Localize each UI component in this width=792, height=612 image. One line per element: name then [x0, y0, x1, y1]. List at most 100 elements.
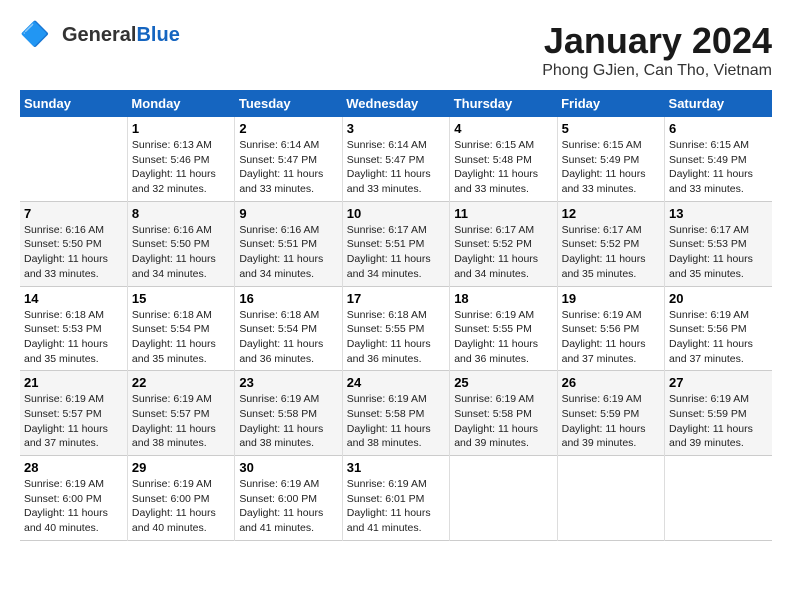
calendar-cell: 27 Sunrise: 6:19 AMSunset: 5:59 PMDayligh…: [665, 371, 772, 456]
day-number: 2: [239, 121, 337, 136]
day-number: 7: [24, 206, 123, 221]
calendar-cell: 22Sunrise: 6:19 AMSunset: 5:57 PMDayligh…: [127, 371, 234, 456]
calendar-cell: [450, 456, 557, 541]
calendar-cell: 14Sunrise: 6:18 AMSunset: 5:53 PMDayligh…: [20, 286, 127, 371]
day-info: Sunrise: 6:16 AMSunset: 5:51 PMDaylight:…: [239, 223, 337, 282]
calendar-cell: 26 Sunrise: 6:19 AMSunset: 5:59 PMDayligh…: [557, 371, 664, 456]
month-title: January 2024: [542, 20, 772, 62]
calendar-table: SundayMondayTuesdayWednesdayThursdayFrid…: [20, 90, 772, 541]
header-day-monday: Monday: [127, 90, 234, 117]
day-info: Sunrise: 6:15 AMSunset: 5:49 PMDaylight:…: [669, 138, 768, 197]
day-number: 24: [347, 375, 445, 390]
day-number: 10: [347, 206, 445, 221]
calendar-cell: [20, 117, 127, 201]
calendar-cell: 20 Sunrise: 6:19 AMSunset: 5:56 PMDayligh…: [665, 286, 772, 371]
day-info: Sunrise: 6:18 AMSunset: 5:54 PMDaylight:…: [239, 308, 337, 367]
header-day-sunday: Sunday: [20, 90, 127, 117]
calendar-cell: 8Sunrise: 6:16 AMSunset: 5:50 PMDaylight…: [127, 201, 234, 286]
calendar-cell: 28 Sunrise: 6:19 AMSunset: 6:00 PMDayligh…: [20, 456, 127, 541]
day-info: Sunrise: 6:19 AMSunset: 5:55 PMDaylight:…: [454, 308, 552, 367]
day-number: 25: [454, 375, 552, 390]
day-info: Sunrise: 6:17 AMSunset: 5:51 PMDaylight:…: [347, 223, 445, 282]
day-info: Sunrise: 6:18 AMSunset: 5:54 PMDaylight:…: [132, 308, 230, 367]
day-number: 18: [454, 291, 552, 306]
day-number: 17: [347, 291, 445, 306]
day-info: Sunrise: 6:19 AMSunset: 5:56 PMDaylight:…: [562, 308, 660, 367]
calendar-cell: [665, 456, 772, 541]
day-number: 30: [239, 460, 337, 475]
calendar-cell: 16 Sunrise: 6:18 AMSunset: 5:54 PMDayligh…: [235, 286, 342, 371]
calendar-cell: 6 Sunrise: 6:15 AMSunset: 5:49 PMDaylight…: [665, 117, 772, 201]
calendar-cell: 10 Sunrise: 6:17 AMSunset: 5:51 PMDayligh…: [342, 201, 449, 286]
day-info: Sunrise: 6:14 AMSunset: 5:47 PMDaylight:…: [347, 138, 445, 197]
day-number: 9: [239, 206, 337, 221]
day-number: 3: [347, 121, 445, 136]
day-info: Sunrise: 6:19 AMSunset: 5:56 PMDaylight:…: [669, 308, 768, 367]
day-info: Sunrise: 6:19 AMSunset: 5:59 PMDaylight:…: [669, 392, 768, 451]
day-info: Sunrise: 6:19 AMSunset: 5:57 PMDaylight:…: [132, 392, 230, 451]
day-info: Sunrise: 6:19 AMSunset: 6:00 PMDaylight:…: [132, 477, 230, 536]
day-number: 26: [562, 375, 660, 390]
day-number: 11: [454, 206, 552, 221]
calendar-cell: 31 Sunrise: 6:19 AMSunset: 6:01 PMDayligh…: [342, 456, 449, 541]
day-info: Sunrise: 6:19 AMSunset: 5:57 PMDaylight:…: [24, 392, 123, 451]
calendar-cell: 5 Sunrise: 6:15 AMSunset: 5:49 PMDaylight…: [557, 117, 664, 201]
day-number: 31: [347, 460, 445, 475]
logo: 🔷 GeneralBlue: [20, 20, 180, 50]
calendar-header-row: SundayMondayTuesdayWednesdayThursdayFrid…: [20, 90, 772, 117]
day-info: Sunrise: 6:15 AMSunset: 5:49 PMDaylight:…: [562, 138, 660, 197]
calendar-cell: 17 Sunrise: 6:18 AMSunset: 5:55 PMDayligh…: [342, 286, 449, 371]
day-number: 19: [562, 291, 660, 306]
day-number: 27: [669, 375, 768, 390]
day-info: Sunrise: 6:19 AMSunset: 6:00 PMDaylight:…: [239, 477, 337, 536]
day-number: 16: [239, 291, 337, 306]
calendar-cell: 7Sunrise: 6:16 AMSunset: 5:50 PMDaylight…: [20, 201, 127, 286]
svg-text:🔷: 🔷: [20, 20, 50, 48]
calendar-cell: 9 Sunrise: 6:16 AMSunset: 5:51 PMDaylight…: [235, 201, 342, 286]
day-info: Sunrise: 6:13 AMSunset: 5:46 PMDaylight:…: [132, 138, 230, 197]
day-info: Sunrise: 6:18 AMSunset: 5:55 PMDaylight:…: [347, 308, 445, 367]
day-number: 4: [454, 121, 552, 136]
calendar-cell: 30 Sunrise: 6:19 AMSunset: 6:00 PMDayligh…: [235, 456, 342, 541]
day-info: Sunrise: 6:19 AMSunset: 6:00 PMDaylight:…: [24, 477, 123, 536]
day-number: 20: [669, 291, 768, 306]
page-header: 🔷 GeneralBlue January 2024 Phong GJien, …: [20, 20, 772, 80]
header-day-thursday: Thursday: [450, 90, 557, 117]
day-info: Sunrise: 6:18 AMSunset: 5:53 PMDaylight:…: [24, 308, 123, 367]
day-info: Sunrise: 6:17 AMSunset: 5:52 PMDaylight:…: [562, 223, 660, 282]
calendar-cell: 13 Sunrise: 6:17 AMSunset: 5:53 PMDayligh…: [665, 201, 772, 286]
day-info: Sunrise: 6:16 AMSunset: 5:50 PMDaylight:…: [132, 223, 230, 282]
day-number: 28: [24, 460, 123, 475]
title-block: January 2024 Phong GJien, Can Tho, Vietn…: [542, 20, 772, 80]
day-info: Sunrise: 6:15 AMSunset: 5:48 PMDaylight:…: [454, 138, 552, 197]
day-info: Sunrise: 6:19 AMSunset: 5:58 PMDaylight:…: [454, 392, 552, 451]
header-day-saturday: Saturday: [665, 90, 772, 117]
calendar-cell: 19 Sunrise: 6:19 AMSunset: 5:56 PMDayligh…: [557, 286, 664, 371]
calendar-cell: 24Sunrise: 6:19 AMSunset: 5:58 PMDayligh…: [342, 371, 449, 456]
calendar-cell: [557, 456, 664, 541]
day-number: 23: [239, 375, 337, 390]
day-number: 5: [562, 121, 660, 136]
week-row-1: 1Sunrise: 6:13 AMSunset: 5:46 PMDaylight…: [20, 117, 772, 201]
calendar-cell: 11 Sunrise: 6:17 AMSunset: 5:52 PMDayligh…: [450, 201, 557, 286]
day-info: Sunrise: 6:17 AMSunset: 5:52 PMDaylight:…: [454, 223, 552, 282]
day-number: 13: [669, 206, 768, 221]
calendar-cell: 1Sunrise: 6:13 AMSunset: 5:46 PMDaylight…: [127, 117, 234, 201]
logo-general-text: General: [62, 24, 136, 46]
day-number: 21: [24, 375, 123, 390]
day-info: Sunrise: 6:19 AMSunset: 5:59 PMDaylight:…: [562, 392, 660, 451]
day-info: Sunrise: 6:19 AMSunset: 5:58 PMDaylight:…: [239, 392, 337, 451]
logo-bird-icon: 🔷: [20, 20, 58, 50]
week-row-2: 7 Sunrise: 6:16 AMSunset: 5:50 PMDaylight…: [20, 201, 772, 286]
header-day-wednesday: Wednesday: [342, 90, 449, 117]
header-day-friday: Friday: [557, 90, 664, 117]
calendar-cell: 3 Sunrise: 6:14 AMSunset: 5:47 PMDaylight…: [342, 117, 449, 201]
day-info: Sunrise: 6:19 AMSunset: 6:01 PMDaylight:…: [347, 477, 445, 536]
day-number: 29: [132, 460, 230, 475]
calendar-cell: 23 Sunrise: 6:19 AMSunset: 5:58 PMDayligh…: [235, 371, 342, 456]
location-subtitle: Phong GJien, Can Tho, Vietnam: [542, 62, 772, 80]
calendar-cell: 29 Sunrise: 6:19 AMSunset: 6:00 PMDayligh…: [127, 456, 234, 541]
day-number: 6: [669, 121, 768, 136]
calendar-cell: 18 Sunrise: 6:19 AMSunset: 5:55 PMDayligh…: [450, 286, 557, 371]
day-info: Sunrise: 6:17 AMSunset: 5:53 PMDaylight:…: [669, 223, 768, 282]
